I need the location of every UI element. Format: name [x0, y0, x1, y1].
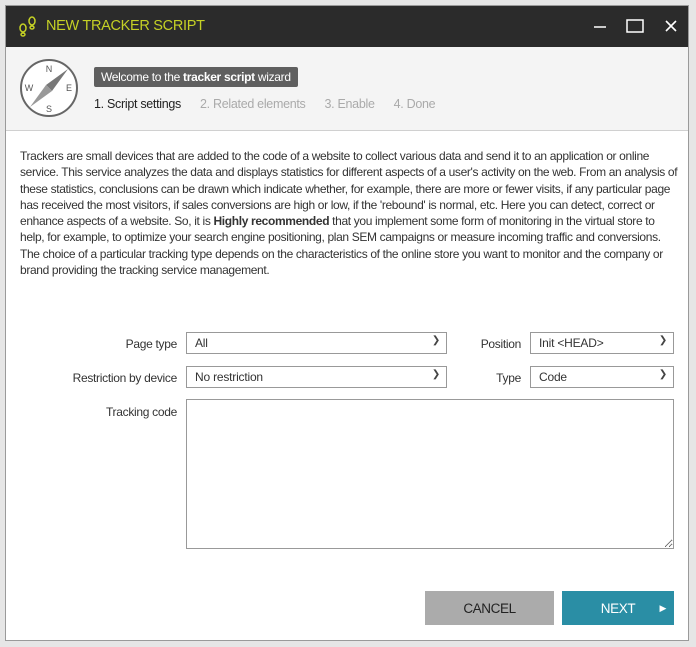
chevron-down-icon: ❯ [431, 369, 440, 380]
svg-text:W: W [25, 83, 34, 93]
description-bold: Highly recommended [213, 214, 330, 229]
minimize-icon [594, 26, 606, 28]
description: Trackers are small devices that are adde… [20, 148, 680, 278]
svg-text:E: E [66, 83, 72, 93]
welcome-bold: tracker script [183, 70, 255, 84]
cancel-label: CANCEL [463, 600, 516, 616]
window-title: NEW TRACKER SCRIPT [46, 18, 205, 34]
close-button[interactable] [659, 14, 683, 38]
minimize-button[interactable] [588, 14, 612, 38]
restriction-value: No restriction [195, 370, 263, 384]
position-value: Init <HEAD> [539, 336, 604, 350]
welcome-prefix: Welcome to the [101, 70, 183, 84]
next-button[interactable]: NEXT ▶ [562, 591, 674, 625]
page-type-value: All [195, 336, 208, 350]
page-type-select[interactable]: All ❯ [186, 332, 447, 354]
step-enable: 3. Enable [324, 97, 375, 111]
maximize-button[interactable] [623, 14, 647, 38]
cancel-button[interactable]: CANCEL [425, 591, 554, 625]
welcome-suffix: wizard [254, 70, 291, 84]
caret-right-icon: ▶ [659, 602, 666, 613]
maximize-icon [626, 19, 644, 33]
compass-icon: N E S W [20, 59, 78, 117]
wizard-window: NEW TRACKER SCRIPT N E S W Welcome to th… [5, 5, 689, 641]
description-text-2: The choice of a particular tracking type… [20, 246, 663, 278]
type-label: Type [496, 371, 521, 385]
position-select[interactable]: Init <HEAD> ❯ [530, 332, 674, 354]
svg-text:S: S [46, 104, 52, 114]
restriction-select[interactable]: No restriction ❯ [186, 366, 447, 388]
chevron-down-icon: ❯ [658, 369, 667, 380]
close-icon [665, 20, 677, 32]
wizard-header: N E S W Welcome to the tracker script wi… [6, 47, 688, 131]
svg-text:N: N [46, 64, 53, 74]
tracking-code-label: Tracking code [105, 405, 177, 419]
type-value: Code [539, 370, 567, 384]
wizard-steps: 1. Script settings 2. Related elements 3… [94, 97, 436, 111]
tracking-code-input[interactable] [186, 399, 674, 549]
title-bar: NEW TRACKER SCRIPT [6, 6, 688, 47]
step-related-elements: 2. Related elements [200, 97, 306, 111]
page-type-label: Page type [125, 337, 178, 351]
step-done: 4. Done [393, 97, 436, 111]
chevron-down-icon: ❯ [431, 335, 440, 346]
step-script-settings: 1. Script settings [94, 97, 182, 111]
welcome-banner: Welcome to the tracker script wizard [94, 67, 298, 87]
restriction-label: Restriction by device [72, 371, 178, 385]
next-label: NEXT [600, 600, 636, 616]
type-select[interactable]: Code ❯ [530, 366, 674, 388]
chevron-down-icon: ❯ [658, 335, 667, 346]
footprints-icon [19, 16, 36, 37]
position-label: Position [480, 337, 522, 351]
